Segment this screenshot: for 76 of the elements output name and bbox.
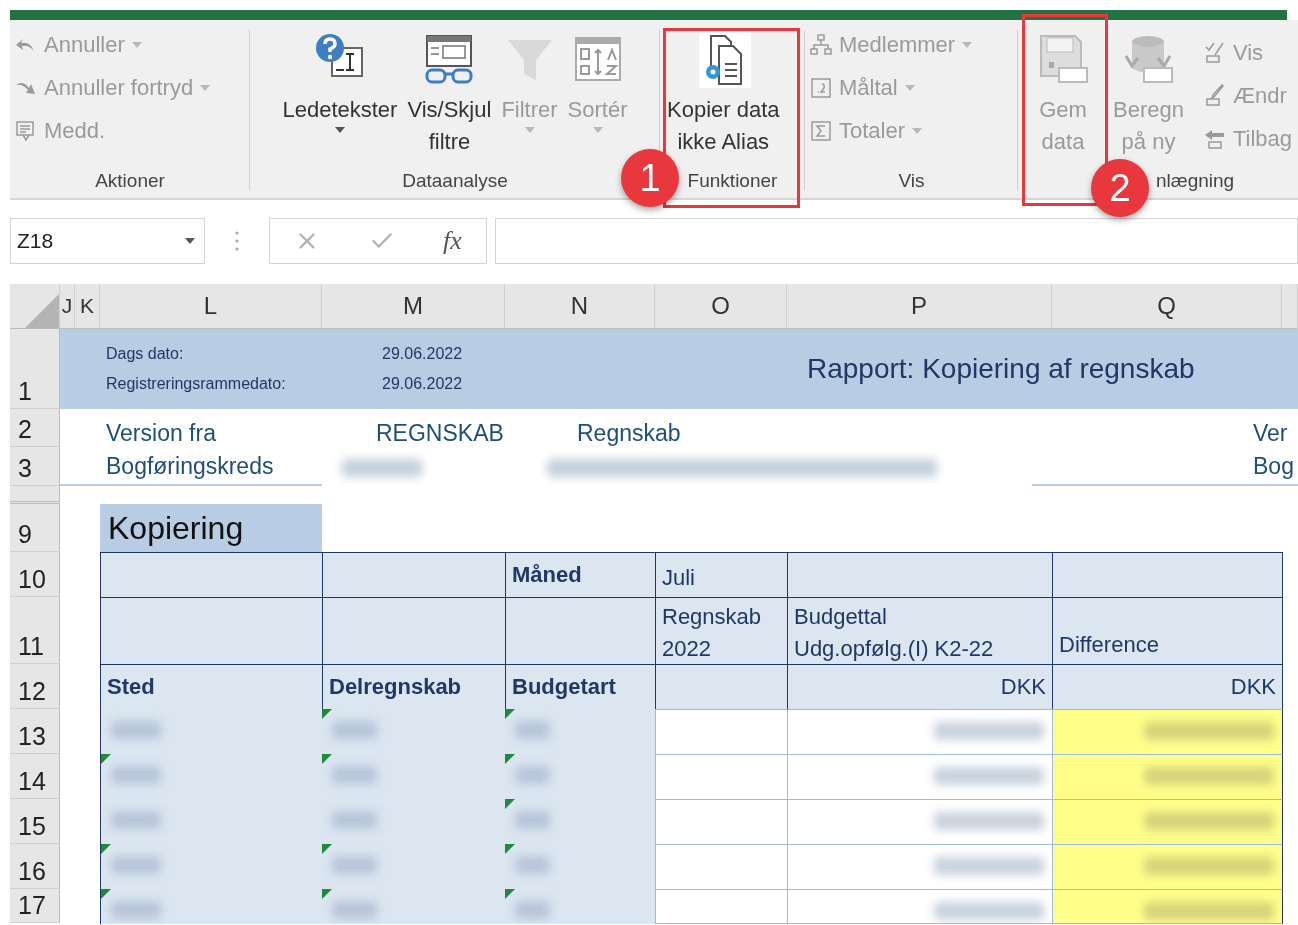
row-header[interactable]: 15	[10, 799, 60, 844]
blurred-text	[111, 856, 161, 874]
row-header[interactable]: 17	[10, 889, 60, 923]
blurred-text	[332, 856, 377, 874]
date-value: 29.06.2022	[382, 345, 463, 363]
column-header[interactable]: K	[75, 284, 100, 329]
ribbon-button[interactable]: Vis/Skjul filtre	[404, 26, 495, 158]
row-header[interactable]	[10, 486, 60, 504]
blurred-text	[332, 901, 377, 919]
group-label: Funktioner	[687, 170, 778, 192]
name-box[interactable]: Z18	[10, 218, 205, 264]
version-label: Ver	[1252, 419, 1289, 447]
caret-icon	[184, 237, 196, 245]
unit-label: DKK	[787, 664, 1053, 710]
blurred-text	[332, 721, 377, 739]
column-heading: Delregnskab	[322, 664, 506, 710]
blurred-text	[111, 766, 161, 784]
blurred-text	[332, 766, 377, 784]
column-header[interactable]: L	[100, 284, 322, 329]
column-header[interactable]: O	[655, 284, 787, 329]
row-header[interactable]: 9	[10, 504, 60, 552]
row-header[interactable]: 10	[10, 552, 60, 597]
number-icon	[809, 76, 833, 100]
row-header[interactable]: 13	[10, 709, 60, 754]
group-label: nlægning	[1156, 170, 1235, 192]
group-label: Vis	[898, 170, 925, 192]
column-heading: Sted	[100, 664, 323, 710]
row-header[interactable]: 12	[10, 664, 60, 709]
column-heading: Budgetart	[505, 664, 656, 710]
column-header[interactable]: Q	[1052, 284, 1282, 329]
sigma-icon	[809, 119, 833, 143]
blurred-text	[332, 811, 377, 829]
section-title: Kopiering	[100, 504, 322, 552]
blurred-text	[111, 721, 161, 739]
row-header[interactable]: 3	[10, 447, 60, 486]
group-label: Dataanalyse	[402, 170, 508, 192]
blurred-text	[515, 811, 550, 829]
column-header[interactable]: M	[322, 284, 505, 329]
row-header[interactable]: 16	[10, 844, 60, 889]
column-heading: Budgettal Udg.opfølg.(I) K2-22	[787, 597, 1053, 665]
version-name: Regnskab	[576, 419, 682, 447]
date-label: Registreringsrammedato:	[106, 375, 286, 393]
version-label: Version fra	[105, 419, 217, 447]
column-header[interactable]: J	[60, 284, 75, 329]
version-value: REGNSKAB	[375, 419, 505, 447]
bookkeeping-label: Bogføringskreds	[105, 452, 275, 481]
column-header[interactable]: P	[787, 284, 1052, 329]
column-header[interactable]	[1282, 284, 1298, 329]
column-header[interactable]: N	[505, 284, 655, 329]
date-label: Dags dato:	[106, 345, 184, 363]
insert-function-button[interactable]: fx	[443, 226, 462, 256]
blurred-text	[515, 856, 550, 874]
formula-input[interactable]	[495, 218, 1298, 264]
blurred-text	[111, 901, 161, 919]
grip-icon	[235, 230, 239, 252]
blurred-text	[515, 721, 550, 739]
select-all-corner[interactable]	[10, 284, 60, 329]
blurred-text	[515, 766, 550, 784]
table-cell: Juli	[655, 552, 788, 598]
column-heading: Regnskab 2022	[655, 597, 788, 665]
column-heading: Difference	[1052, 597, 1283, 665]
table-cell: Måned	[505, 552, 656, 598]
check-edit-icon	[1202, 41, 1227, 65]
hierarchy-icon	[809, 33, 833, 57]
blurred-text	[515, 901, 550, 919]
date-value: 29.06.2022	[382, 375, 463, 393]
report-title: Rapport: Kopiering af regnskab	[806, 352, 1196, 386]
row-header[interactable]: 11	[10, 597, 60, 664]
row-header[interactable]: 2	[10, 409, 60, 447]
row-header[interactable]: 1	[10, 329, 60, 409]
unit-label: DKK	[1052, 664, 1283, 710]
row-header[interactable]: 14	[10, 754, 60, 799]
bookkeeping-label: Bog	[1252, 452, 1295, 481]
ribbon-button[interactable]: Ledetekster	[279, 26, 401, 134]
group-label: Aktioner	[95, 170, 165, 192]
blurred-text	[111, 811, 161, 829]
